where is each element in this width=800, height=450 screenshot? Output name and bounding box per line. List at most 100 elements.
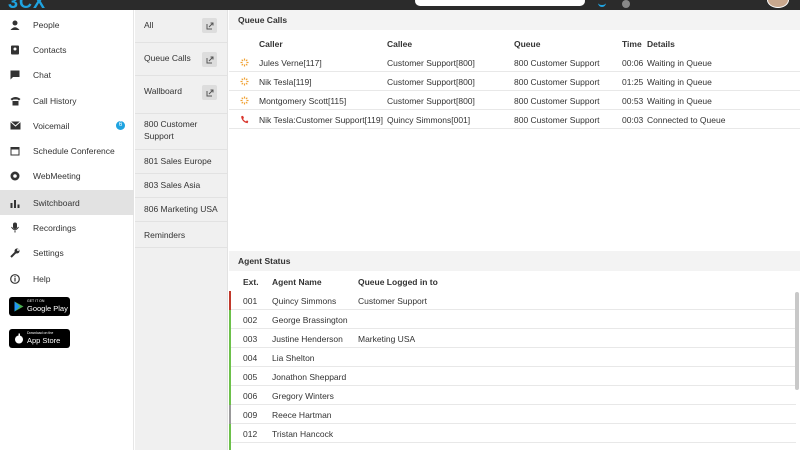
scrollbar[interactable] (795, 292, 799, 390)
table-row[interactable]: 005 Jonathon Sheppard (229, 367, 796, 386)
cell-ext: 003 (243, 334, 258, 344)
table-row[interactable]: 009 Reece Hartman (229, 405, 796, 424)
status-indicator (229, 367, 231, 386)
status-indicator (229, 291, 231, 310)
table-row[interactable]: 004 Lia Shelton (229, 348, 796, 367)
waiting-spinner-icon (240, 96, 249, 105)
sidebar-item-help[interactable]: Help (0, 266, 134, 291)
app-store-button[interactable]: Download on the App Store (9, 329, 70, 348)
table-row[interactable]: 012 Tristan Hancock (229, 424, 796, 443)
cell-caller: Jules Verne[117] (259, 58, 322, 68)
cell-agent-name: Quincy Simmons (272, 296, 337, 306)
sidebar: People Contacts Chat Call History Voicem… (0, 10, 134, 450)
external-link-icon[interactable] (202, 52, 217, 67)
sidebar-item-settings[interactable]: Settings (0, 240, 134, 265)
cell-time: 00:06 (622, 58, 644, 68)
sidebar-item-label: Settings (33, 247, 64, 258)
cell-details: Connected to Queue (647, 115, 726, 125)
sidebar-item-call-history[interactable]: Call History (0, 88, 134, 113)
queue-item-reminders[interactable]: Reminders (135, 222, 228, 248)
table-row[interactable]: 001 Quincy Simmons Customer Support (229, 291, 796, 310)
table-row[interactable]: 016Daisy Richards (229, 443, 796, 450)
col-queue-logged-in[interactable]: Queue Logged in to (358, 277, 438, 287)
col-ext[interactable]: Ext. (243, 277, 259, 287)
col-callee[interactable]: Callee (387, 39, 412, 49)
table-row[interactable]: 003 Justine Henderson Marketing USA (229, 329, 796, 348)
sidebar-item-voicemail[interactable]: Voicemail 6 (0, 113, 134, 138)
phone-icon (9, 95, 21, 107)
search-input[interactable] (415, 0, 585, 6)
phone-icon (241, 115, 249, 124)
cell-callee: Quincy Simmons[001] (387, 115, 471, 125)
cell-agent-name: Justine Henderson (272, 334, 343, 344)
queue-item-queue-calls[interactable]: Queue Calls (135, 43, 228, 76)
col-caller[interactable]: Caller (259, 39, 283, 49)
table-row[interactable]: Nik Tesla:Customer Support[119] Quincy S… (229, 110, 800, 129)
col-details[interactable]: Details (647, 39, 675, 49)
cell-queue: 800 Customer Support (514, 115, 600, 125)
cell-caller: Montgomery Scott[115] (259, 96, 347, 106)
info-icon (9, 273, 21, 285)
status-icon[interactable] (622, 0, 630, 8)
col-time[interactable]: Time (622, 39, 642, 49)
sidebar-item-webmeeting[interactable]: WebMeeting (0, 163, 134, 188)
sidebar-item-label: Recordings (33, 222, 76, 233)
waiting-spinner-icon (240, 77, 249, 86)
sidebar-item-label: Schedule Conference (33, 145, 115, 156)
avatar[interactable] (767, 0, 789, 8)
sidebar-item-contacts[interactable]: Contacts (0, 37, 134, 62)
queue-item-806-marketing-usa[interactable]: 806 Marketing USA (135, 198, 228, 222)
queue-item-803-sales-asia[interactable]: 803 Sales Asia (135, 174, 228, 198)
cell-details: Waiting in Queue (647, 77, 712, 87)
headset-icon[interactable] (598, 1, 606, 7)
contacts-icon (9, 44, 21, 56)
queue-item-label: 800 Customer Support (144, 119, 198, 141)
sidebar-item-chat[interactable]: Chat (0, 62, 134, 87)
cell-ext: 006 (243, 391, 258, 401)
app-store-label: App Store (27, 336, 61, 345)
status-indicator (229, 329, 231, 348)
main-panel: Queue Calls Caller Callee Queue Time Det… (229, 10, 800, 450)
sidebar-item-label: Call History (33, 95, 77, 106)
cell-queue: Customer Support (358, 296, 427, 306)
table-row[interactable]: 006 Gregory Winters (229, 386, 796, 405)
table-row[interactable]: Nik Tesla[119] Customer Support[800] 800… (229, 72, 800, 91)
sidebar-item-switchboard[interactable]: Switchboard (0, 190, 134, 215)
col-agent-name[interactable]: Agent Name (272, 277, 322, 287)
table-row[interactable]: Jules Verne[117] Customer Support[800] 8… (229, 53, 800, 72)
cell-ext: 005 (243, 372, 258, 382)
sidebar-item-label: Chat (33, 69, 51, 80)
cell-queue: Marketing USA (358, 334, 416, 344)
table-row[interactable]: Montgomery Scott[115] Customer Support[8… (229, 91, 800, 110)
queue-item-label: 801 Sales Europe (144, 156, 212, 166)
calendar-icon (9, 145, 21, 157)
external-link-icon[interactable] (202, 85, 217, 100)
table-row[interactable]: 002 George Brassington (229, 310, 796, 329)
sidebar-item-label: WebMeeting (33, 170, 81, 181)
sidebar-item-label: Contacts (33, 44, 67, 55)
sidebar-item-people[interactable]: People (0, 12, 134, 37)
external-link-icon[interactable] (202, 18, 217, 33)
queue-item-wallboard[interactable]: Wallboard (135, 76, 228, 114)
col-queue[interactable]: Queue (514, 39, 540, 49)
status-indicator (229, 348, 231, 367)
app-logo: 3CX (8, 0, 47, 12)
google-play-button[interactable]: GET IT ON Google Play (9, 297, 70, 316)
cell-ext: 002 (243, 315, 258, 325)
sidebar-item-label: People (33, 19, 60, 30)
microphone-icon (9, 222, 21, 234)
sidebar-item-schedule-conference[interactable]: Schedule Conference (0, 138, 134, 163)
chat-icon (9, 69, 21, 81)
cell-agent-name: George Brassington (272, 315, 348, 325)
queue-item-label: Wallboard (144, 86, 182, 96)
sidebar-item-label: Help (33, 273, 51, 284)
queue-item-801-sales-europe[interactable]: 801 Sales Europe (135, 150, 228, 174)
queue-item-label: 806 Marketing USA (144, 204, 218, 214)
status-indicator (229, 310, 231, 329)
queue-list: All Queue Calls Wallboard 800 Customer S… (135, 10, 228, 450)
queue-item-800-customer-support[interactable]: 800 Customer Support (135, 114, 228, 150)
cell-callee: Customer Support[800] (387, 77, 475, 87)
queue-item-all[interactable]: All (135, 10, 228, 43)
cell-callee: Customer Support[800] (387, 58, 475, 68)
sidebar-item-recordings[interactable]: Recordings (0, 215, 134, 240)
